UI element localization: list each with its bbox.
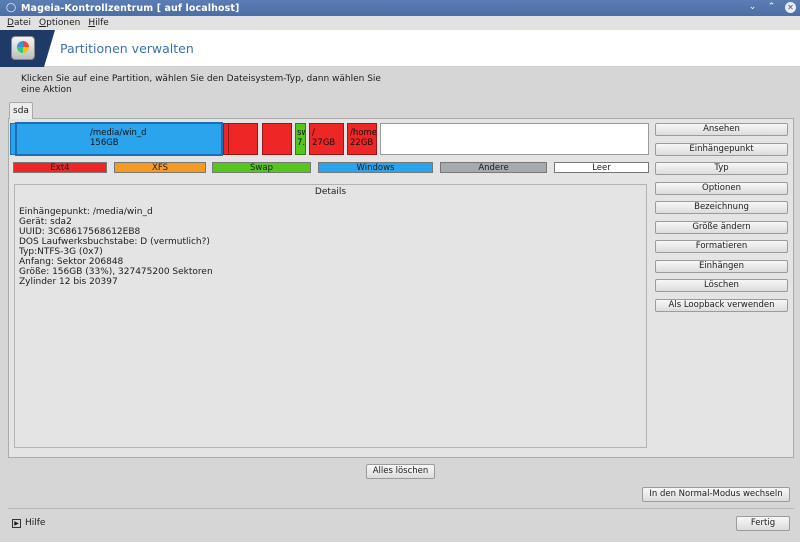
detail-uuid: UUID: 3C68617568612EB8	[19, 227, 141, 237]
label-button[interactable]: Bezeichnung	[655, 201, 788, 214]
detail-size: Größe: 156GB (33%), 327475200 Sektoren	[19, 267, 213, 277]
detail-start: Anfang: Sektor 206848	[19, 257, 124, 267]
disk-icon	[11, 36, 35, 60]
resize-button[interactable]: Größe ändern	[655, 220, 788, 234]
partition-swap[interactable]: sw7.	[295, 123, 306, 155]
partition-sda5[interactable]	[228, 123, 258, 155]
legend-leer: Leer	[554, 162, 649, 173]
mountpoint-button[interactable]: Einhängepunkt	[655, 142, 788, 156]
partition-root[interactable]: /27GB	[309, 123, 344, 155]
detail-cylinders: Zylinder 12 bis 20397	[19, 277, 118, 287]
details-content: Einhängepunkt: /media/win_d Gerät: sda2 …	[19, 207, 213, 287]
menubar: Datei Optionen Hilfe	[0, 16, 800, 30]
help-arrow-icon: ▶	[12, 518, 21, 528]
instruction-text: Klicken Sie auf eine Partition, wählen S…	[21, 74, 381, 95]
partition-home[interactable]: /home 22GB	[347, 123, 377, 155]
clear-all-button[interactable]: Alles löschen	[366, 464, 435, 479]
detail-device: Gerät: sda2	[19, 217, 72, 227]
menu-optionen[interactable]: Optionen	[39, 18, 80, 28]
options-button[interactable]: Optionen	[655, 181, 788, 195]
done-button[interactable]: Fertig	[736, 516, 790, 531]
delete-button[interactable]: Löschen	[655, 279, 788, 292]
details-title: Details	[314, 187, 347, 197]
partition-sda2[interactable]: /media/win_d 156GB	[15, 122, 223, 156]
window-titlebar: ◯ Mageia-Kontrollzentrum [ auf localhost…	[0, 0, 800, 16]
help-label: Hilfe	[25, 518, 46, 528]
tab-sda[interactable]: sda	[9, 102, 33, 119]
partition-bar: /media/win_d156GB sw7. /27GB /home22GB	[10, 122, 650, 156]
detail-mountpoint: Einhängepunkt: /media/win_d	[19, 207, 153, 217]
header-banner: Partitionen verwalten	[0, 30, 800, 67]
format-button[interactable]: Formatieren	[655, 240, 788, 253]
divider	[8, 508, 794, 509]
legend-windows: Windows	[318, 162, 433, 173]
window-title: Mageia-Kontrollzentrum [ auf localhost]	[21, 2, 240, 14]
loopback-button[interactable]: Als Loopback verwenden	[655, 298, 788, 312]
maximize-icon[interactable]: ⌃	[766, 2, 777, 13]
menu-datei[interactable]: Datei	[7, 18, 31, 28]
mount-button[interactable]: Einhängen	[655, 259, 788, 273]
detail-type: Typ:NTFS-3G (0x7)	[19, 247, 103, 257]
partition-free-space[interactable]	[380, 123, 649, 155]
type-button[interactable]: Typ	[655, 162, 788, 175]
action-buttons: Ansehen Einhängepunkt Typ Optionen Bezei…	[655, 123, 788, 318]
menu-hilfe[interactable]: Hilfe	[88, 18, 109, 28]
detail-dos-letter: DOS Laufwerksbuchstabe: D (vermutlich?)	[19, 237, 210, 247]
legend-xfs: XFS	[114, 162, 206, 173]
partition-sda6[interactable]	[262, 123, 292, 155]
help-link[interactable]: ▶ Hilfe	[12, 518, 45, 528]
normal-mode-button[interactable]: In den Normal-Modus wechseln	[642, 487, 790, 502]
legend-swap: Swap	[212, 162, 311, 173]
view-button[interactable]: Ansehen	[655, 123, 788, 136]
page-title: Partitionen verwalten	[60, 41, 194, 56]
legend-andere: Andere	[440, 162, 547, 173]
app-icon: ◯	[6, 3, 17, 13]
close-icon[interactable]: ✕	[785, 2, 796, 13]
minimize-icon[interactable]: ⌄	[747, 2, 758, 13]
legend-ext4: Ext4	[13, 162, 107, 173]
